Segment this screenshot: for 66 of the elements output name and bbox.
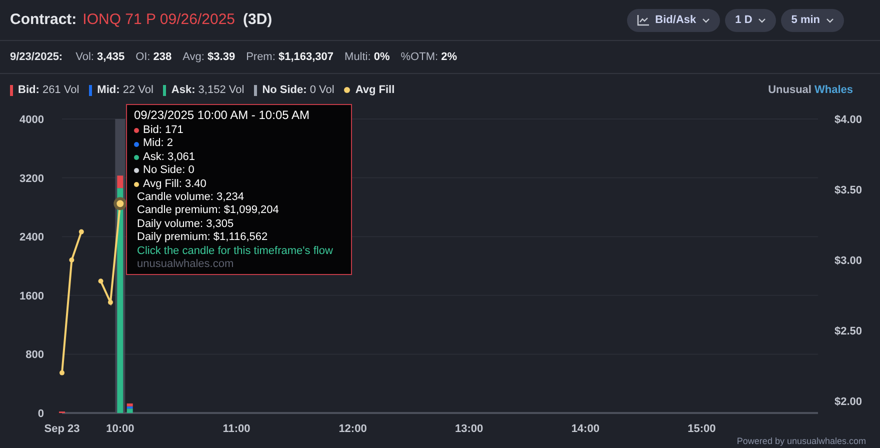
dropdown-button[interactable]: Bid/Ask xyxy=(627,8,720,32)
volume-bar[interactable] xyxy=(126,403,133,406)
point xyxy=(69,258,74,262)
y-axis-label: 4000 xyxy=(20,114,44,126)
x-axis-label: 13:00 xyxy=(455,423,484,435)
volume-bar[interactable] xyxy=(117,176,124,188)
x-axis-label: 10:00 xyxy=(106,423,134,435)
tooltip-value: Candle premium: $1,099,204 xyxy=(137,204,279,218)
tooltip-value: Bid: 171 xyxy=(143,124,184,138)
dropdown-button[interactable]: 1 D xyxy=(725,8,776,32)
chevron-down-icon xyxy=(758,18,766,22)
tooltip-value: Daily premium: $1,116,562 xyxy=(137,231,268,245)
tooltip-value: Avg Fill: 3.40 xyxy=(143,178,206,192)
legend-item[interactable]: No Side: 0 Vol xyxy=(262,82,334,98)
days-to-expiry: (3D) xyxy=(243,10,272,30)
tooltip-value: Daily volume: 3,305 xyxy=(137,218,234,232)
stat-text: Vol: 3,435 xyxy=(76,50,125,65)
volume-bar[interactable] xyxy=(126,406,133,409)
x-axis-label: 15:00 xyxy=(688,423,716,435)
brand-logo-text: Unusual xyxy=(768,82,812,98)
legend-item[interactable]: Bid: 261 Vol xyxy=(18,82,80,98)
volume-bar[interactable] xyxy=(126,408,133,413)
volume-bar[interactable] xyxy=(117,188,124,413)
legend-item[interactable]: Avg Fill xyxy=(355,82,395,98)
y-axis-label: 0 xyxy=(38,408,44,420)
hover-point xyxy=(114,197,127,210)
legend-item[interactable]: Ask: 3,152 Vol xyxy=(171,82,244,98)
y-axis-label: $2.00 xyxy=(834,396,862,408)
legend-item[interactable]: Mid: 22 Vol xyxy=(97,82,154,98)
x-axis-label: 11:00 xyxy=(222,423,250,435)
tooltip-title: 09/23/2025 10:00 AM - 10:05 AM xyxy=(134,108,310,123)
tooltip-value: Candle volume: 3,234 xyxy=(137,191,244,204)
tooltip-value: No Side: 0 xyxy=(143,164,194,178)
line-chart-icon xyxy=(637,14,650,26)
tooltip-value: Mid: 2 xyxy=(143,137,173,151)
y-axis-label: $3.50 xyxy=(834,184,862,196)
y-axis-label: 800 xyxy=(26,349,44,362)
point xyxy=(78,229,84,234)
y-axis-label: $4.00 xyxy=(834,114,862,126)
stat-text: OI: 238 xyxy=(136,50,172,65)
contract-symbol: IONQ 71 P 09/26/2025 xyxy=(82,10,236,30)
stat-text: Prem: $1,163,307 xyxy=(246,50,334,65)
tooltip-value: Ask: 3,061 xyxy=(143,150,195,164)
stat-text: %OTM: 2% xyxy=(400,50,458,65)
y-axis-label: $2.50 xyxy=(834,326,862,338)
point xyxy=(98,278,104,284)
flow-link[interactable]: Click the candle for this timeframe's flow xyxy=(137,244,333,258)
x-axis-label: 12:00 xyxy=(338,423,367,435)
powered-by-text: Powered by unusualwhales.com xyxy=(736,434,866,448)
y-axis-label: $3.00 xyxy=(834,255,862,267)
x-axis-label: 14:00 xyxy=(571,423,600,435)
stats-date: 9/23/2025: xyxy=(10,50,63,65)
chevron-down-icon xyxy=(702,18,710,22)
stat-text: Multi: 0% xyxy=(344,50,390,65)
contract-label: Contract: xyxy=(10,10,77,30)
point xyxy=(108,300,113,305)
brand-logo-text: Whales xyxy=(814,82,853,98)
chevron-down-icon xyxy=(826,18,834,22)
x-axis-label: Sep 23 xyxy=(44,423,80,435)
y-axis-label: 1600 xyxy=(20,290,44,302)
dropdown-button[interactable]: 5 min xyxy=(781,8,844,32)
point xyxy=(60,370,64,376)
tooltip-source: unusualwhales.com xyxy=(137,258,234,272)
stat-text: Avg: $3.39 xyxy=(182,50,236,65)
y-axis-label: 3200 xyxy=(20,172,44,185)
y-axis-label: 2400 xyxy=(20,232,44,244)
